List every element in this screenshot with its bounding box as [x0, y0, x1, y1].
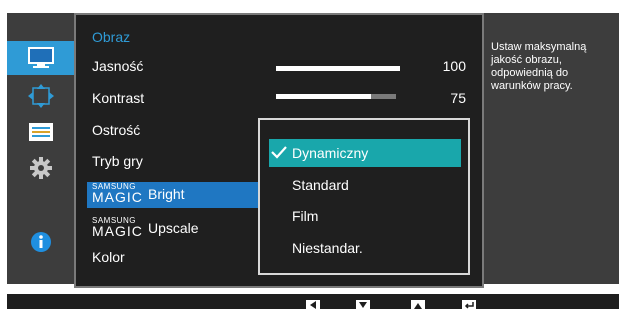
menu-title: Obraz	[92, 29, 131, 45]
resize-arrows-icon[interactable]	[7, 79, 74, 113]
category-icon-bar	[7, 13, 74, 284]
enter-key-icon	[462, 300, 476, 309]
option-custom[interactable]: Niestandar.	[292, 240, 363, 256]
left-key-icon	[306, 300, 320, 309]
contrast-value: 75	[450, 90, 466, 106]
magic-upscale-label: Upscale	[148, 220, 199, 236]
option-movie[interactable]: Film	[292, 208, 318, 224]
contrast-slider[interactable]	[276, 94, 396, 99]
up-key-icon	[411, 300, 425, 309]
option-standard[interactable]: Standard	[292, 177, 349, 193]
monitor-icon[interactable]	[7, 41, 74, 75]
magic-bright-label: Bright	[148, 186, 185, 202]
menu-item-sharpness[interactable]: Ostrość	[92, 122, 140, 138]
brightness-value: 100	[442, 58, 466, 74]
magic-wordmark: MAGIC	[92, 223, 143, 239]
contrast-slider-fill	[276, 94, 371, 99]
settings-sliders-icon[interactable]	[7, 115, 74, 149]
down-key-icon	[356, 300, 370, 309]
help-text: Ustaw maksymalną jakość obrazu, odpowied…	[491, 41, 587, 92]
menu-item-brightness[interactable]: Jasność	[92, 58, 143, 74]
gear-icon[interactable]	[7, 151, 74, 185]
brightness-slider[interactable]	[276, 66, 400, 71]
magic-wordmark: MAGIC	[92, 189, 143, 205]
brightness-slider-fill	[276, 66, 400, 71]
info-icon[interactable]	[7, 225, 74, 259]
menu-item-contrast[interactable]: Kontrast	[92, 90, 144, 106]
checkmark-icon	[271, 146, 287, 159]
menu-item-game-mode[interactable]: Tryb gry	[92, 153, 143, 169]
option-dynamic[interactable]: Dynamiczny	[292, 145, 368, 161]
menu-item-color[interactable]: Kolor	[92, 249, 125, 265]
